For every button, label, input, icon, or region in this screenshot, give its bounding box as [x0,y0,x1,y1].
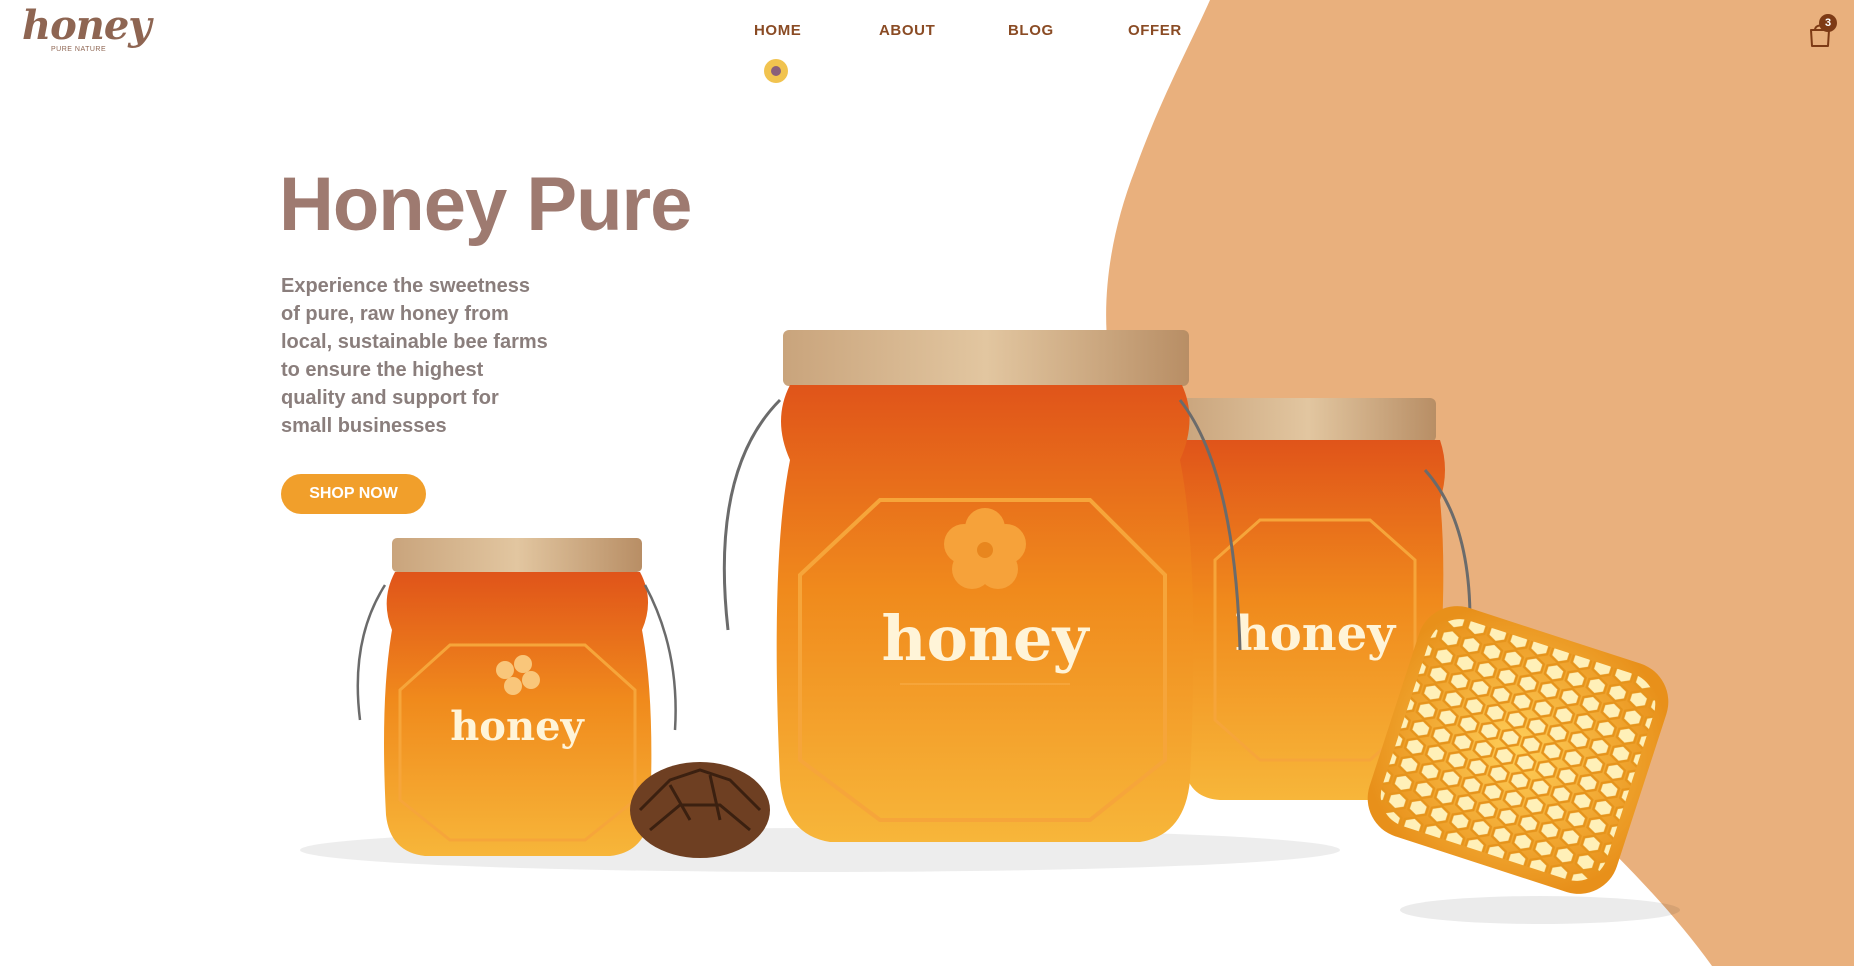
jar-center: honey [722,330,1242,842]
product-illustration: honey honey honey [300,330,1680,924]
jar-left-label: honey [450,703,585,750]
jar-right-label: honey [1235,606,1397,662]
page: honey PURE NATURE HOME ABOUT BLOG OFFER … [0,0,1854,966]
jar-center-label: honey [882,602,1091,675]
pine-cone [630,762,770,858]
jar-left: honey [356,538,677,856]
